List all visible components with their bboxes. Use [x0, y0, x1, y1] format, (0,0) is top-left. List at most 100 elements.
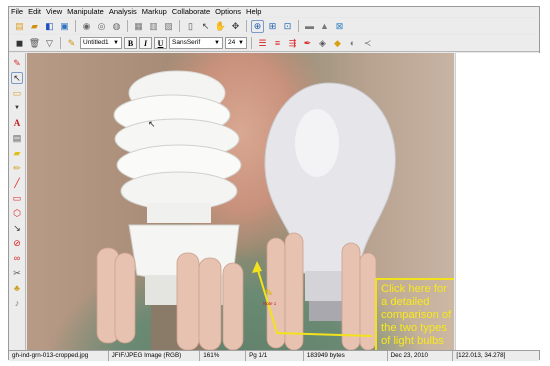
pen-icon[interactable]: ✏ — [11, 162, 23, 174]
callout-line: of light bulbs — [381, 335, 444, 347]
filter-icon[interactable]: ▽ — [43, 37, 56, 50]
page-icon[interactable]: ▨ — [162, 20, 175, 33]
line-style-icon[interactable]: ≡ — [271, 37, 284, 50]
print-icon[interactable]: ▣ — [58, 20, 71, 33]
underline-button[interactable]: U — [154, 37, 167, 49]
menu-markup[interactable]: Markup — [142, 7, 167, 17]
chevron-down-icon: ▼ — [238, 40, 244, 46]
font-size-value: 24 — [228, 39, 236, 46]
fill-color-icon[interactable]: ◈ — [316, 37, 329, 50]
layer-select[interactable]: Untitled1 ▼ — [80, 37, 122, 49]
font-select-value: SansSerif — [172, 39, 201, 46]
font-select[interactable]: SansSerif ▼ — [169, 37, 223, 49]
layer-select-value: Untitled1 — [83, 39, 109, 46]
toolbar-separator — [179, 20, 180, 32]
sticky-note-icon[interactable]: ✎ — [263, 288, 275, 300]
text-note-icon[interactable]: ✎ — [11, 57, 23, 69]
rotate-icon[interactable]: ✥ — [229, 20, 242, 33]
rectangle-icon[interactable]: ▭ — [11, 192, 23, 204]
menu-manipulate[interactable]: Manipulate — [67, 7, 104, 17]
zoom-fit-icon[interactable]: ⊞ — [266, 20, 279, 33]
line-color-icon[interactable]: ✒ — [301, 37, 314, 50]
image-canvas[interactable]: ↖ ✎ Note 1 Click here for a detailed com… — [27, 53, 454, 350]
scan-icon[interactable]: ◉ — [80, 20, 93, 33]
menu-analysis[interactable]: Analysis — [109, 7, 137, 17]
markup-toolbar: ◼ 🗑 ▽ ✎ Untitled1 ▼ B I U SansSerif ▼ 24… — [9, 35, 539, 52]
text-icon[interactable]: A — [11, 117, 23, 129]
status-filename: gh-ind-grn-013-cropped.jpg — [9, 351, 109, 361]
menu-help[interactable]: Help — [246, 7, 261, 17]
menu-view[interactable]: View — [46, 7, 62, 17]
zoom-window-icon[interactable]: ⊡ — [281, 20, 294, 33]
callout-annotation[interactable]: Click here for a detailed comparison of … — [375, 278, 454, 350]
stamp-tool-icon[interactable]: ♣ — [11, 282, 23, 294]
select-arrow-icon[interactable]: ↖ — [11, 72, 23, 84]
capture-icon[interactable]: ◎ — [95, 20, 108, 33]
note-label: Note 1 — [263, 301, 277, 306]
audio-icon[interactable]: ♪ — [11, 297, 23, 309]
menu-bar: File Edit View Manipulate Analysis Marku… — [9, 7, 539, 17]
transparency-icon[interactable]: ◐ — [346, 37, 359, 50]
save-markup-icon[interactable]: ◼ — [13, 37, 26, 50]
select-icon[interactable]: ↖ — [199, 20, 212, 33]
attachment-icon[interactable]: ⊘ — [11, 237, 23, 249]
bold-button[interactable]: B — [124, 37, 137, 49]
menu-options[interactable]: Options — [215, 7, 241, 17]
back-icon[interactable]: ≺ — [361, 37, 374, 50]
stamp-icon[interactable]: ▲ — [318, 20, 331, 33]
note-icon[interactable]: ▤ — [11, 132, 23, 144]
status-filetype: JFIF/JPEG Image (RGB) — [109, 351, 201, 361]
layer-icon[interactable]: ✎ — [65, 37, 78, 50]
callout-line: comparison of — [381, 309, 452, 321]
save-icon[interactable]: ◧ — [43, 20, 56, 33]
line-icon[interactable]: ╱ — [11, 177, 23, 189]
open-icon[interactable]: ▰ — [28, 20, 41, 33]
status-zoom: 161% — [200, 351, 247, 361]
main-toolbar: ▤ ▰ ◧ ▣ ◉ ◎ ◍ ▦ ▥ ▨ ▯ ↖ ✋ ✥ ⊕ ⊞ ⊡ ▬ ▲ ⊠ — [9, 18, 539, 34]
delete-icon[interactable]: 🗑 — [28, 37, 41, 50]
polygon-icon[interactable]: ⬡ — [11, 207, 23, 219]
line-weight-icon[interactable]: ☰ — [256, 37, 269, 50]
canvas-empty-area — [455, 53, 540, 350]
status-size: 183949 bytes — [304, 351, 388, 361]
toolbar-separator — [298, 20, 299, 32]
callout-line: a detailed — [381, 296, 430, 308]
toolbar-separator — [75, 20, 76, 32]
image-icon[interactable]: ▬ — [303, 20, 316, 33]
document-icon[interactable]: ▯ — [184, 20, 197, 33]
toolbar-separator — [246, 20, 247, 32]
link-icon[interactable]: ∞ — [11, 252, 23, 264]
text-color-icon[interactable]: ◆ — [331, 37, 344, 50]
mouse-cursor-icon: ↖ — [148, 119, 156, 129]
status-bar: gh-ind-grn-013-cropped.jpg JFIF/JPEG Ima… — [9, 350, 539, 361]
toolbar-separator — [60, 37, 61, 49]
callout-line: Click here for — [381, 283, 447, 295]
grid-icon[interactable]: ▦ — [132, 20, 145, 33]
highlighter-icon[interactable]: ▰ — [11, 147, 23, 159]
dropdown-icon[interactable]: ▼ — [11, 102, 23, 114]
toolbar-separator — [251, 37, 252, 49]
chevron-down-icon: ▼ — [214, 40, 220, 46]
menu-edit[interactable]: Edit — [28, 7, 41, 17]
status-date: Dec 23, 2010 — [388, 351, 454, 361]
font-size-select[interactable]: 24 ▼ — [225, 37, 247, 49]
new-icon[interactable]: ▤ — [13, 20, 26, 33]
chevron-down-icon: ▼ — [113, 40, 119, 46]
markup-tools-palette: ✎ ↖ ▭ ▼ A ▤ ▰ ✏ ╱ ▭ ⬡ ↘ ⊘ ∞ ✂ ♣ ♪ — [9, 53, 26, 350]
zoom-icon[interactable]: ⊕ — [251, 19, 264, 33]
arrowhead-icon — [252, 261, 262, 273]
hand-icon[interactable]: ✋ — [214, 20, 227, 33]
callout-line: the two types — [381, 322, 447, 334]
menu-file[interactable]: File — [11, 7, 23, 17]
arrow-icon[interactable]: ↘ — [11, 222, 23, 234]
view-icon[interactable]: ◍ — [110, 20, 123, 33]
layout-icon[interactable]: ▥ — [147, 20, 160, 33]
menu-collaborate[interactable]: Collaborate — [172, 7, 210, 17]
italic-button[interactable]: I — [139, 37, 152, 49]
arrow-style-icon[interactable]: ⇶ — [286, 37, 299, 50]
redact-icon[interactable]: ✂ — [11, 267, 23, 279]
measure-icon[interactable]: ▭ — [11, 87, 23, 99]
status-page: Pg 1/1 — [246, 351, 304, 361]
app-window: File Edit View Manipulate Analysis Marku… — [8, 6, 540, 361]
compare-icon[interactable]: ⊠ — [333, 20, 346, 33]
